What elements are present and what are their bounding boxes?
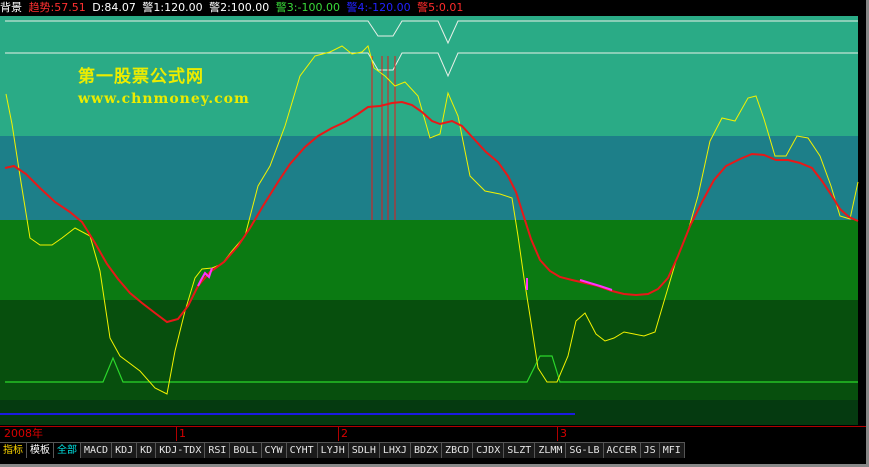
time-tick-3 xyxy=(557,427,558,441)
time-label-feb: 2 xyxy=(341,427,348,440)
tab-lhxj[interactable]: LHXJ xyxy=(379,442,411,458)
indicator-legend: 背景 趋势:57.51 D:84.07 警1:120.00 警2:100.00 … xyxy=(0,0,866,16)
tab-cjdx[interactable]: CJDX xyxy=(473,442,505,458)
watermark-url: www.chnmoney.com xyxy=(78,91,250,107)
band-darkest xyxy=(0,400,858,425)
tab-zbcd[interactable]: ZBCD xyxy=(442,442,474,458)
tab-sdlh[interactable]: SDLH xyxy=(348,442,380,458)
legend-warn3: 警3:-100.00 xyxy=(275,1,340,14)
tab-全部[interactable]: 全部 xyxy=(54,442,81,458)
tab-accer[interactable]: ACCER xyxy=(603,442,641,458)
tab-kdj[interactable]: KDJ xyxy=(112,442,138,458)
indicator-tab-bar: 指标 模板 全部 MACD KDJ KD KDJ-TDX RSI BOLL CYW CYHT LYJH… xyxy=(0,442,866,458)
legend-warn1: 警1:120.00 xyxy=(142,1,203,14)
tab-cyw[interactable]: CYW xyxy=(261,442,287,458)
legend-warn5: 警5:0.01 xyxy=(417,1,464,14)
time-label-mar: 3 xyxy=(560,427,567,440)
tab-指标[interactable]: 指标 xyxy=(0,442,27,458)
legend-warn4: 警4:-120.00 xyxy=(346,1,411,14)
time-tick-2 xyxy=(338,427,339,441)
time-axis-start: 2008年 xyxy=(4,427,43,440)
tab-lyjh[interactable]: LYJH xyxy=(317,442,349,458)
watermark: 第一股票公式网 www.chnmoney.com xyxy=(78,62,250,107)
tab-bdzx[interactable]: BDZX xyxy=(410,442,443,458)
tab-kd[interactable]: KD xyxy=(137,442,157,458)
time-axis: 2008年 1 2 3 xyxy=(0,426,866,441)
legend-trend: 趋势:57.51 xyxy=(28,1,86,14)
indicator-window: 背景 趋势:57.51 D:84.07 警1:120.00 警2:100.00 … xyxy=(0,0,866,464)
tab-模板[interactable]: 模板 xyxy=(27,442,54,458)
watermark-title: 第一股票公式网 xyxy=(78,67,204,87)
legend-d: D:84.07 xyxy=(92,1,136,14)
tab-slzt[interactable]: SLZT xyxy=(504,442,536,458)
time-label-jan: 1 xyxy=(179,427,186,440)
legend-background: 背景 xyxy=(0,1,22,14)
tab-cyht[interactable]: CYHT xyxy=(286,442,318,458)
tab-sg-lb[interactable]: SG-LB xyxy=(566,442,604,458)
legend-warn2: 警2:100.00 xyxy=(209,1,270,14)
tab-zlmm[interactable]: ZLMM xyxy=(535,442,567,458)
band-green xyxy=(0,220,858,300)
time-tick-1 xyxy=(176,427,177,441)
band-dark xyxy=(0,300,858,400)
tab-mfi[interactable]: MFI xyxy=(659,442,685,458)
tab-kdj-tdx[interactable]: KDJ-TDX xyxy=(156,442,206,458)
tab-js[interactable]: JS xyxy=(640,442,660,458)
tab-macd[interactable]: MACD xyxy=(81,442,113,458)
tab-boll[interactable]: BOLL xyxy=(230,442,262,458)
tab-rsi[interactable]: RSI xyxy=(205,442,231,458)
band-teal xyxy=(0,136,858,220)
